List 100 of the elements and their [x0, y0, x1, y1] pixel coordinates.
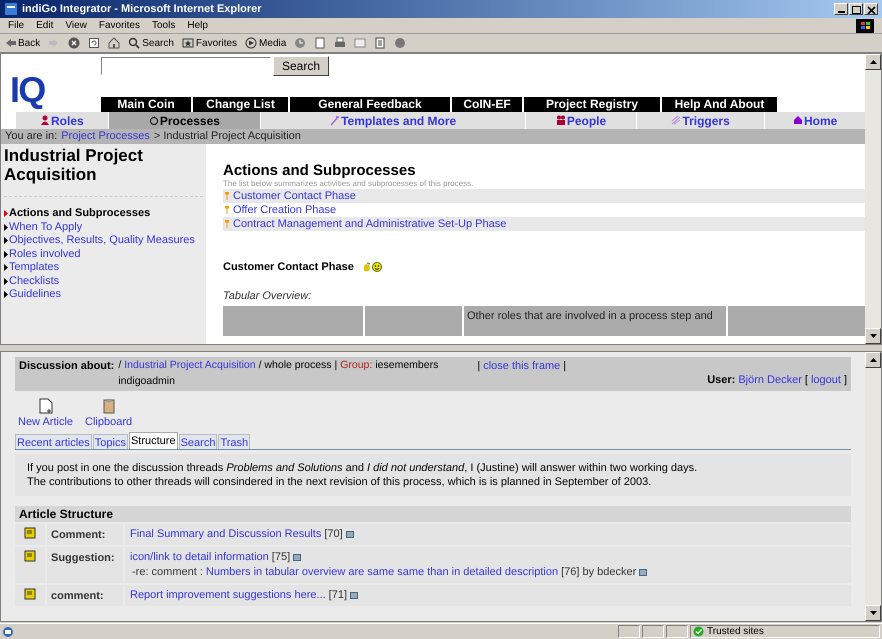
discussion-tab[interactable]: Recent articles: [15, 434, 92, 448]
down-arrow-icon[interactable]: [870, 611, 876, 615]
status-pane: [666, 625, 688, 638]
separator: |: [563, 359, 566, 374]
maximize-button[interactable]: [849, 3, 863, 15]
sidebar-link[interactable]: Actions and Subprocesses: [4, 207, 203, 220]
up-arrow-icon[interactable]: [870, 60, 876, 64]
nav-link[interactable]: Project Registry: [524, 97, 660, 112]
sidebar-link[interactable]: Objectives, Results, Quality Measures: [4, 234, 203, 248]
windows-logo-icon: [856, 18, 874, 32]
user-label: User:: [707, 373, 736, 388]
minimize-button[interactable]: [834, 3, 848, 15]
sidebar-link[interactable]: Guidelines: [4, 288, 203, 302]
reply-author: by bdecker: [582, 564, 636, 580]
new-document-icon: [38, 398, 53, 414]
nav-link[interactable]: Help And About: [662, 97, 777, 112]
sidebar-link[interactable]: When To Apply: [4, 220, 203, 234]
section-title: Actions and Subprocesses: [223, 162, 417, 179]
nav-link[interactable]: Change List: [193, 97, 288, 112]
reply-icon: [293, 554, 302, 560]
user-link[interactable]: Björn Decker: [738, 372, 802, 388]
breadcrumb-current: > Industrial Project Acquisition: [154, 129, 301, 144]
nav-tab[interactable]: Templates and More: [261, 112, 526, 129]
group-label: Group:: [340, 358, 372, 373]
process-title: Industrial Project Acquisition: [4, 146, 203, 197]
play-icon: [245, 37, 258, 49]
menu-item[interactable]: View: [65, 18, 87, 33]
toolbar-button[interactable]: Search: [128, 36, 174, 50]
breadcrumb-link[interactable]: Project Processes: [61, 128, 150, 145]
menu-item[interactable]: Favorites: [98, 18, 140, 33]
printer-icon: [334, 37, 346, 49]
discussion-tab[interactable]: Trash: [218, 434, 250, 448]
nav-tab[interactable]: Roles: [16, 112, 108, 129]
nav-link[interactable]: General Feedback: [290, 97, 450, 112]
house-icon: [793, 115, 803, 126]
sidebar-link[interactable]: Templates: [4, 261, 203, 274]
scrollbar[interactable]: [865, 352, 881, 621]
smiley-icon: [372, 262, 382, 272]
note-icon: [24, 588, 36, 600]
maximize-icon: [850, 4, 862, 14]
nav-tab[interactable]: Processes: [108, 112, 260, 129]
discussion-label: Discussion about:: [19, 359, 114, 374]
star-icon: [182, 37, 194, 49]
tabular-label: Tabular Overview:: [223, 288, 312, 304]
toolbar-button[interactable]: Favorites: [182, 36, 238, 50]
topic-link[interactable]: Industrial Project Acquisition: [124, 358, 256, 374]
nav-tab[interactable]: People: [526, 112, 636, 129]
edit-icon: [354, 37, 366, 49]
path-separator: /: [118, 358, 122, 373]
reply-icon: [639, 568, 648, 576]
action-button[interactable]: New Article: [18, 398, 74, 430]
scope-text: / whole process |: [258, 358, 338, 373]
close-button[interactable]: [864, 3, 878, 15]
menu-item[interactable]: Help: [187, 18, 208, 33]
nav-link[interactable]: CoIN-EF: [452, 97, 522, 112]
article-number: [71]: [328, 588, 348, 602]
notice-text: The contributions to other threads will consindered in the next revision of this process, which is is planned in September of 2003.: [27, 474, 652, 488]
window-title: indiGo Integrator - Microsoft Internet Explorer: [22, 2, 263, 17]
reply-link[interactable]: Numbers in tabular overview are same same than in detailed description: [206, 564, 558, 580]
forward-arrow-icon: [48, 37, 60, 49]
search-button[interactable]: Search: [273, 56, 330, 76]
logout-link[interactable]: logout: [810, 372, 841, 388]
nav-tab[interactable]: Home: [765, 112, 865, 129]
toolbar-button[interactable]: Back: [4, 36, 40, 50]
article-link[interactable]: Final Summary and Discussion Results: [130, 526, 322, 542]
article-number: [76]: [561, 564, 580, 580]
nav-tab[interactable]: Triggers: [636, 112, 764, 129]
page-icon: [314, 37, 326, 49]
menu-item[interactable]: File: [8, 18, 24, 33]
reply-icon: [346, 530, 354, 538]
toolbar-button[interactable]: Media: [245, 36, 286, 50]
article-type: Comment:: [47, 524, 123, 544]
close-frame-link[interactable]: close this frame: [483, 358, 560, 390]
search-field[interactable]: [101, 57, 271, 75]
search-icon: [128, 37, 140, 49]
back-arrow-icon: [4, 37, 16, 49]
subprocess-link[interactable]: Offer Creation Phase: [233, 202, 336, 218]
discussion-tab[interactable]: Structure: [128, 432, 178, 448]
article-link[interactable]: Report improvement suggestions here...: [130, 588, 326, 602]
reply-icon: [350, 592, 358, 598]
discussion-tab[interactable]: Topics: [92, 434, 128, 448]
menu-item[interactable]: Edit: [36, 18, 54, 33]
sidebar-link[interactable]: Checklists: [4, 274, 203, 288]
section-description: The list below summarizes activities and subprocesses of this process.: [223, 179, 474, 189]
scrollbar[interactable]: [865, 54, 881, 344]
status-pane: [642, 625, 664, 638]
article-link[interactable]: icon/link to detail information: [130, 550, 269, 564]
action-button[interactable]: Clipboard: [85, 398, 132, 430]
marker-icon: [225, 192, 229, 200]
menu-item[interactable]: Tools: [152, 18, 176, 33]
group-member: indigoadmin: [118, 374, 176, 389]
history-icon: [294, 37, 306, 49]
down-arrow-icon[interactable]: [870, 334, 876, 338]
discussion-tab[interactable]: Search: [178, 434, 218, 448]
nav-link[interactable]: Main Coin: [101, 97, 191, 112]
up-arrow-icon[interactable]: [870, 358, 876, 362]
group-name: iesemembers: [375, 358, 438, 373]
sidebar-link[interactable]: Roles involved: [4, 248, 203, 261]
browser-icon: [4, 2, 18, 16]
document-icon: [374, 37, 386, 49]
